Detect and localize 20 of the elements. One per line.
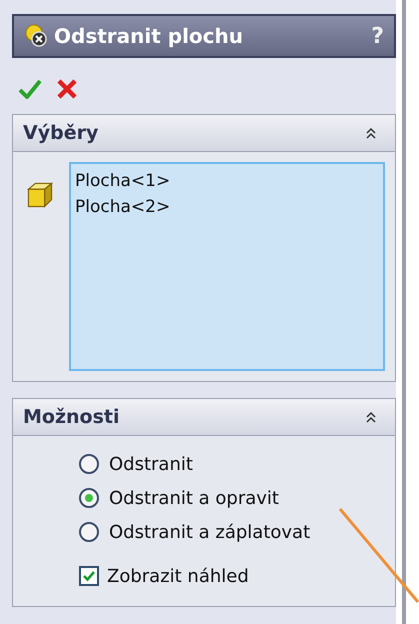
checkmark-icon	[82, 569, 96, 583]
option-label: Odstranit a opravit	[109, 488, 279, 508]
section-title: Výběry	[23, 122, 98, 144]
face-icon	[25, 180, 55, 210]
ok-icon[interactable]	[18, 78, 42, 100]
checkbox-label: Zobrazit náhled	[107, 566, 249, 586]
radio-button[interactable]	[79, 522, 99, 542]
cancel-icon[interactable]	[56, 78, 78, 100]
panel-title: Odstranit plochu	[54, 24, 244, 48]
option-label: Odstranit	[109, 454, 193, 474]
collapse-icon[interactable]	[365, 127, 377, 139]
radio-button[interactable]	[79, 454, 99, 474]
option-label: Odstranit a záplatovat	[109, 522, 310, 542]
list-item[interactable]: Plocha<2>	[75, 194, 379, 220]
collapse-icon[interactable]	[365, 411, 377, 423]
checkbox[interactable]	[79, 566, 99, 586]
section-title: Možnosti	[23, 406, 120, 428]
radio-button[interactable]	[79, 488, 99, 508]
selection-list[interactable]: Plocha<1> Plocha<2>	[69, 162, 385, 371]
list-item[interactable]: Plocha<1>	[75, 168, 379, 194]
